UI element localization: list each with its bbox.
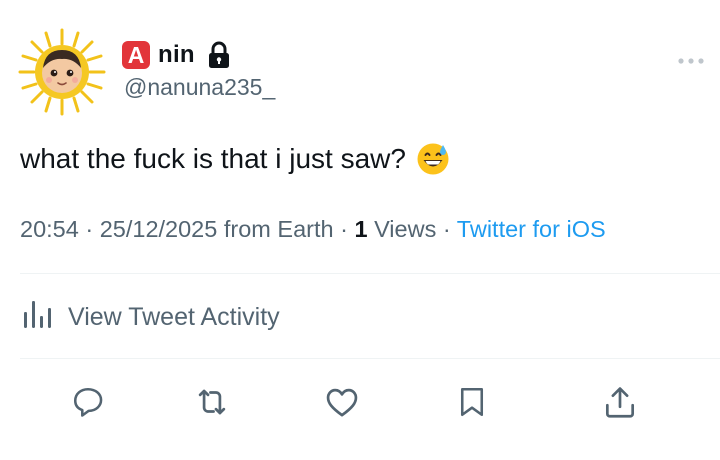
meta-separator: ·	[340, 216, 348, 242]
bookmark-icon	[460, 387, 484, 417]
divider	[20, 358, 720, 359]
meta-separator: ·	[85, 216, 94, 242]
author-name-row[interactable]: A nin	[122, 38, 233, 72]
share-button[interactable]	[598, 380, 642, 424]
views-count: 1	[354, 216, 368, 242]
reply-button[interactable]	[66, 380, 110, 424]
retweet-button[interactable]	[190, 380, 234, 424]
tweet-time: 20:54	[20, 216, 79, 242]
bar-chart-icon	[22, 298, 54, 337]
meta-separator: ·	[442, 216, 451, 242]
more-options-icon[interactable]	[678, 51, 704, 64]
tweet-source-link[interactable]: Twitter for iOS	[457, 216, 606, 242]
tweet-location: from Earth	[223, 216, 334, 242]
divider	[20, 273, 720, 274]
author-name[interactable]: nin	[158, 41, 195, 69]
reply-icon	[73, 387, 103, 417]
views-label: Views	[374, 216, 437, 242]
grinning-face-with-sweat-emoji-icon	[416, 142, 450, 176]
view-tweet-activity-label: View Tweet Activity	[68, 303, 280, 331]
share-icon	[605, 387, 635, 418]
a-letter-badge: A	[122, 41, 150, 69]
tweet-date: 25/12/2025	[99, 216, 218, 242]
tweet-text-body: what the fuck is that i just saw?	[20, 143, 406, 174]
view-tweet-activity-link[interactable]: View Tweet Activity	[22, 298, 280, 337]
lock-icon	[207, 40, 233, 70]
like-button[interactable]	[320, 380, 364, 424]
author-handle[interactable]: @nanuna235_	[124, 74, 275, 101]
sun-face-avatar-icon	[18, 28, 106, 116]
like-icon	[326, 388, 358, 417]
tweet-text: what the fuck is that i just saw?	[20, 142, 450, 176]
bookmark-button[interactable]	[450, 380, 494, 424]
retweet-icon	[198, 389, 226, 415]
avatar[interactable]	[18, 28, 106, 116]
tweet-meta: 20:54 · 25/12/2025 from Earth · 1 Views …	[20, 216, 606, 243]
tweet-action-bar	[0, 380, 720, 428]
